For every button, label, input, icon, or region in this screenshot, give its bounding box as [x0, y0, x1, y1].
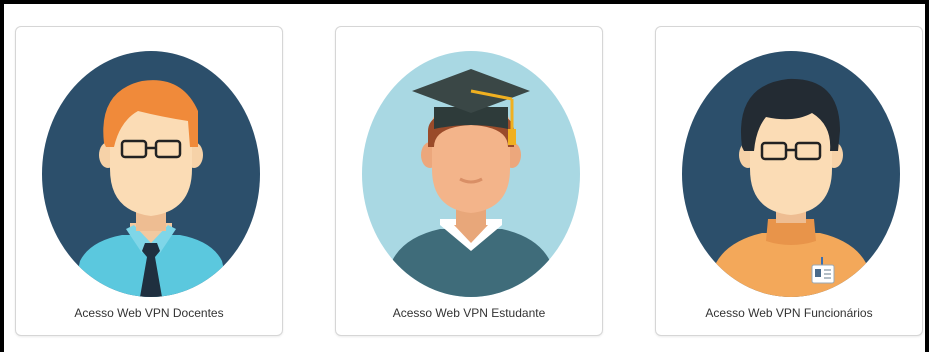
card-vpn-docentes[interactable]: Acesso Web VPN Docentes [15, 26, 283, 336]
student-graduate-avatar-icon [362, 51, 580, 297]
card-vpn-estudante[interactable]: Acesso Web VPN Estudante [335, 26, 603, 336]
card-label[interactable]: Acesso Web VPN Funcionários [656, 306, 922, 320]
card-vpn-funcionarios[interactable]: Acesso Web VPN Funcionários [655, 26, 923, 336]
teacher-avatar-icon [42, 51, 260, 297]
card-label[interactable]: Acesso Web VPN Docentes [16, 306, 282, 320]
card-label[interactable]: Acesso Web VPN Estudante [336, 306, 602, 320]
staff-avatar-icon [682, 51, 900, 297]
